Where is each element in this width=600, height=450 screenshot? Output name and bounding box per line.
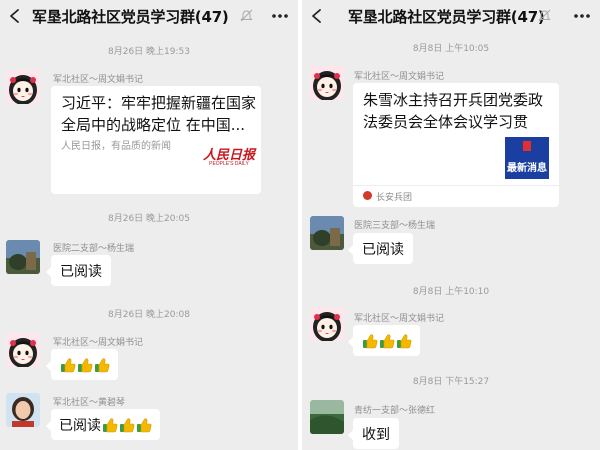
back-arrow-icon[interactable] <box>308 7 326 25</box>
news-thumbnail: 最新消息 <box>505 137 549 179</box>
avatar[interactable] <box>6 70 40 104</box>
card-source: 长安兵团 <box>376 193 413 203</box>
sender-name: 医院三支部～杨生瑞 <box>354 221 436 231</box>
timestamp: 8月8日 下午15:27 <box>412 377 490 387</box>
card-title: 习近平：牢牢把握新疆在国家全局中的战略定位 在中国... <box>61 94 257 134</box>
message-bubble[interactable]: 收到 <box>348 418 399 449</box>
people-daily-logo: 人民日报 PEOPLE'S DAILY <box>203 144 255 174</box>
message-bubble[interactable]: 已阅读 <box>348 233 413 264</box>
logo-subtext: PEOPLE'S DAILY <box>209 161 249 167</box>
sender-name: 青纺一支部～张德红 <box>354 406 436 416</box>
message-bubble[interactable]: 已阅读 <box>46 255 111 286</box>
message-bubble[interactable] <box>46 349 118 380</box>
thumbs-up-icon <box>136 417 152 432</box>
avatar[interactable] <box>310 400 344 434</box>
thumbs-up-emojis <box>60 357 110 373</box>
message-text: 已阅读 <box>362 241 404 258</box>
sender-name: 军北社区～周文娟书记 <box>354 72 445 82</box>
timestamp: 8月26日 晚上19:53 <box>108 47 190 57</box>
chat-title: 军垦北路社区党员学习群(47) <box>348 8 545 26</box>
sender-name: 医院二支部～杨生瑞 <box>53 244 135 254</box>
thumbs-up-icon <box>102 417 118 432</box>
source-logo-icon <box>363 191 372 200</box>
thumbs-up-icon <box>60 357 76 372</box>
thumbs-up-emojis <box>362 333 412 349</box>
message-bubble[interactable] <box>348 325 420 356</box>
sender-name: 军北社区～周文娟书记 <box>53 75 144 85</box>
thumbnail-caption: 最新消息 <box>507 163 547 174</box>
sender-name: 军北社区～周文娟书记 <box>53 338 144 348</box>
message-text: 收到 <box>362 426 390 443</box>
card-divider <box>353 185 559 186</box>
chat-header: 军垦北路社区党员学习群(47) <box>0 0 298 32</box>
sender-name: 军北社区～黄碧琴 <box>53 398 126 408</box>
thumbs-up-icon <box>362 333 378 348</box>
card-title: 朱雪冰主持召开兵团党委政法委员会全体会议学习贯彻... <box>363 91 544 131</box>
card-description: 人民日报，有品质的新闻 <box>61 141 171 152</box>
sender-name: 军北社区～周文娟书记 <box>354 314 445 324</box>
message-text: 已阅读 <box>59 417 101 434</box>
chat-header: 军垦北路社区党员学习群(47) <box>302 0 600 32</box>
thumbs-up-icon <box>77 357 93 372</box>
back-arrow-icon[interactable] <box>6 7 24 25</box>
emblem-icon <box>523 141 531 151</box>
mute-bell-icon <box>538 9 551 22</box>
avatar[interactable] <box>310 216 344 250</box>
thumbs-up-icon <box>396 333 412 348</box>
avatar[interactable] <box>310 66 344 100</box>
mute-bell-icon <box>240 9 253 22</box>
avatar[interactable] <box>6 240 40 274</box>
thumbs-up-icon <box>94 357 110 372</box>
message-bubble[interactable]: 已阅读 <box>46 409 160 440</box>
thumbs-up-emojis <box>102 417 152 433</box>
more-options-icon[interactable] <box>270 6 290 26</box>
article-card[interactable]: 朱雪冰主持召开兵团党委政法委员会全体会议学习贯彻... 最新消息 长安兵团 <box>353 83 559 207</box>
timestamp: 8月26日 晚上20:05 <box>108 214 190 224</box>
timestamp: 8月8日 上午10:10 <box>412 287 490 297</box>
thumbs-up-icon <box>379 333 395 348</box>
avatar[interactable] <box>6 393 40 427</box>
message-text: 已阅读 <box>60 263 102 280</box>
timestamp: 8月8日 上午10:05 <box>412 44 490 54</box>
right-chat-panel: 军垦北路社区党员学习群(47) 8月8日 上午10:05 军北社区～周文娟书记 … <box>302 0 600 450</box>
left-chat-panel: 军垦北路社区党员学习群(47) 8月26日 晚上19:53 军北社区～周文娟书记… <box>0 0 298 450</box>
chat-title: 军垦北路社区党员学习群(47) <box>32 8 229 26</box>
thumbs-up-icon <box>119 417 135 432</box>
avatar[interactable] <box>310 307 344 341</box>
more-options-icon[interactable] <box>572 6 592 26</box>
article-card[interactable]: 习近平：牢牢把握新疆在国家全局中的战略定位 在中国... 人民日报，有品质的新闻… <box>51 86 261 194</box>
avatar[interactable] <box>6 333 40 367</box>
timestamp: 8月26日 晚上20:08 <box>108 310 190 320</box>
